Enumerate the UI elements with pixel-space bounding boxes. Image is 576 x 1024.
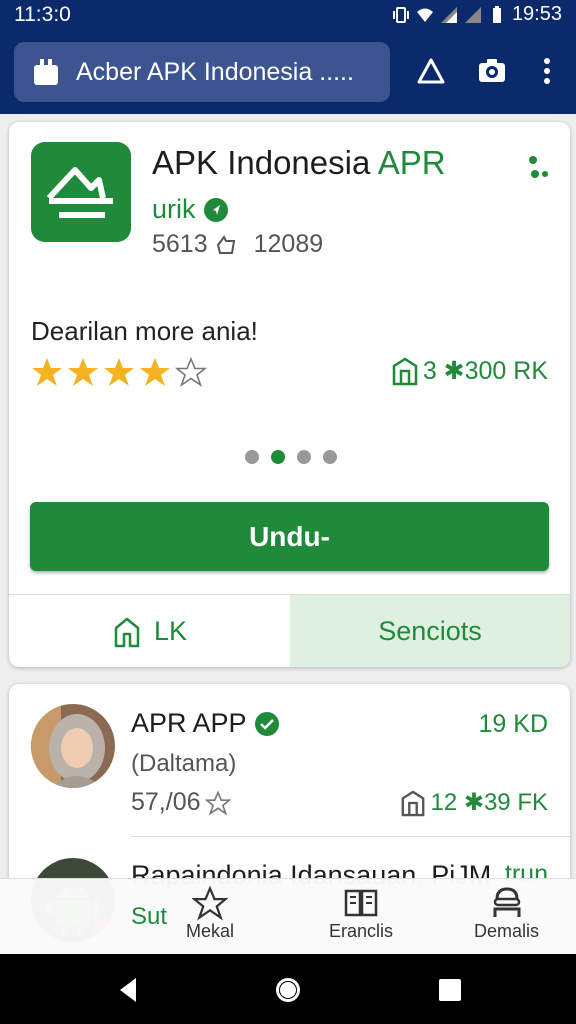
url-text: Acber APK Indonesia ..... <box>76 57 354 86</box>
back-icon[interactable] <box>114 976 142 1004</box>
star-empty-icon <box>175 356 207 388</box>
app-title-accent: APR <box>377 144 446 181</box>
bottom-tab-bar: Sut Mekal Eranclis Demalis <box>0 878 576 954</box>
list-item-price: 19 KD <box>478 710 548 738</box>
camera-icon[interactable] <box>477 56 507 86</box>
app-stats: 5613 12089 <box>152 230 323 259</box>
list-item-title: APR APP <box>131 708 279 739</box>
download-button[interactable]: Undu- <box>30 502 549 571</box>
app-size-label: 3 ✱300 RK <box>422 357 548 385</box>
pager-dot[interactable] <box>297 450 311 464</box>
tab-label: Mekal <box>186 921 235 941</box>
downloads-count: 5613 <box>152 230 208 258</box>
list-item-size: 12 ✱39 FK <box>400 788 548 817</box>
system-nav-bar <box>0 954 576 1024</box>
list-item-title-text: APR APP <box>131 708 247 738</box>
tab-demalis[interactable]: Demalis <box>474 885 539 942</box>
app-logo-icon <box>31 142 131 242</box>
list-item-size-label: 12 ✱39 FK <box>430 789 548 816</box>
verified-icon <box>254 711 279 736</box>
card-actions: LK Senciots <box>9 594 570 667</box>
screenshots-button[interactable]: Senciots <box>290 595 570 667</box>
app-title: APK Indonesia APR <box>152 144 446 182</box>
page-icon <box>34 59 58 85</box>
rating-stars <box>31 356 207 388</box>
star-filled-icon <box>68 358 98 386</box>
tab-partial-label[interactable]: Sut <box>131 903 167 931</box>
browser-toolbar: Acber APK Indonesia ..... <box>0 30 576 114</box>
app-size: 3 ✱300 RK <box>391 356 548 386</box>
app-title-main: APK Indonesia <box>152 144 371 181</box>
status-time: 11:3:0 <box>14 3 71 26</box>
app-description: Dearilan more ania! <box>31 316 258 346</box>
home-share-icon <box>114 617 140 647</box>
tab-label: Eranclis <box>329 921 394 941</box>
list-item-rating: 57,/06 <box>131 788 231 817</box>
verified-icon <box>203 197 228 222</box>
star-filled-icon <box>140 358 170 386</box>
tab-mekal[interactable]: Mekal <box>186 885 234 942</box>
avatar <box>31 704 115 788</box>
app-detail-card: APK Indonesia APR urik 5613 12089 Dearil… <box>9 122 570 667</box>
status-clock-right: 19:53 <box>511 3 562 25</box>
pager-dot-active[interactable] <box>271 450 285 464</box>
developer-name[interactable]: urik <box>152 194 228 225</box>
options-icon[interactable] <box>527 154 549 180</box>
divider <box>131 836 570 837</box>
wifi-icon <box>416 8 433 22</box>
book-icon <box>344 889 378 917</box>
pager-dot[interactable] <box>323 450 337 464</box>
signal-icon <box>464 6 481 23</box>
tab-eranclis[interactable]: Eranclis <box>329 885 393 942</box>
status-icons: 19:53 <box>392 3 562 26</box>
vibrate-icon <box>392 6 409 23</box>
star-filled-icon <box>32 358 62 386</box>
star-filled-icon <box>104 358 134 386</box>
warning-icon[interactable] <box>416 56 446 86</box>
list-item-rating-text: 57,/06 <box>131 788 201 816</box>
url-bar[interactable]: Acber APK Indonesia ..... <box>14 42 390 102</box>
screenshot-pager <box>245 450 337 464</box>
developer-label: urik <box>152 194 196 224</box>
star-empty-icon <box>204 789 231 816</box>
home-icon[interactable] <box>274 976 302 1004</box>
package-icon <box>392 357 418 386</box>
share-label: LK <box>153 616 188 646</box>
pager-dot[interactable] <box>245 450 259 464</box>
person-icon <box>493 887 520 917</box>
signal-icon <box>440 6 457 23</box>
share-button[interactable]: LK <box>9 595 290 667</box>
package-icon <box>402 789 425 816</box>
status-bar: 11:3:0 19:53 <box>0 0 576 30</box>
more-vert-icon[interactable] <box>532 56 562 86</box>
reviews-count: 12089 <box>253 230 324 258</box>
list-item-subtitle: (Daltama) <box>131 750 237 777</box>
star-icon <box>192 885 228 921</box>
recents-icon[interactable] <box>436 976 464 1004</box>
thumb-icon <box>216 234 235 254</box>
battery-icon <box>492 5 501 23</box>
tab-label: Demalis <box>474 921 540 941</box>
